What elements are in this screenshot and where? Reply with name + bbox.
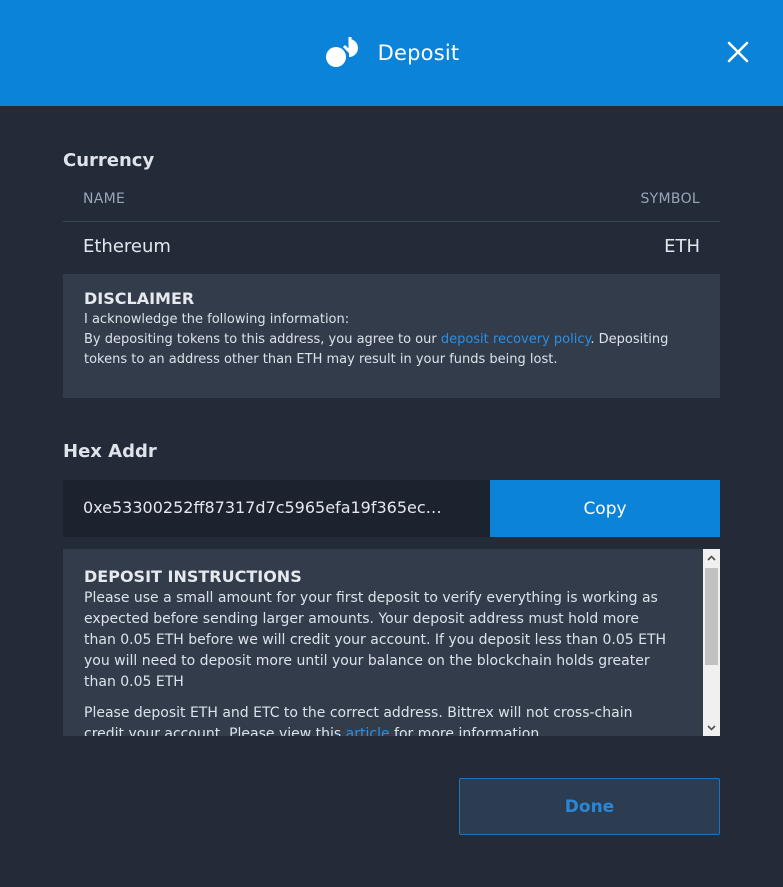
instructions-title: DEPOSIT INSTRUCTIONS <box>84 567 302 586</box>
scrollbar-thumb[interactable] <box>705 568 718 665</box>
deposit-modal: Deposit Currency NAME SYMBOL Ethereum ET… <box>0 0 783 887</box>
done-button[interactable]: Done <box>459 778 720 835</box>
currency-table-header: NAME SYMBOL <box>63 178 720 222</box>
disclaimer-panel: DISCLAIMER I acknowledge the following i… <box>63 274 720 398</box>
currency-symbol: ETH <box>664 236 700 257</box>
instructions-content: DEPOSIT INSTRUCTIONS Please use a small … <box>84 567 674 736</box>
deposit-instructions-panel[interactable]: DEPOSIT INSTRUCTIONS Please use a small … <box>63 549 720 736</box>
disclaimer-line1: I acknowledge the following information: <box>84 312 350 327</box>
instructions-paragraph-1: Please use a small amount for your first… <box>84 590 667 690</box>
deposit-icon <box>325 37 358 67</box>
copy-button[interactable]: Copy <box>490 480 720 537</box>
modal-title: Deposit <box>377 41 460 65</box>
disclaimer-title: DISCLAIMER <box>84 289 195 308</box>
column-header-symbol: SYMBOL <box>640 191 700 207</box>
instructions-paragraph-2: Please deposit ETH and ETC to the correc… <box>84 703 674 736</box>
close-icon[interactable] <box>723 37 753 67</box>
currency-name: Ethereum <box>83 236 171 257</box>
address-section-label: Hex Addr <box>63 441 157 462</box>
modal-header: Deposit <box>0 0 783 106</box>
hex-address-value: 0xe53300252ff87317d7c5965efa19f365ec… <box>83 498 442 517</box>
currency-table-row: Ethereum ETH <box>63 223 720 274</box>
article-link[interactable]: article <box>346 726 390 736</box>
disclaimer-text-before: By depositing tokens to this address, yo… <box>84 332 441 347</box>
hex-address-field[interactable]: 0xe53300252ff87317d7c5965efa19f365ec… <box>63 480 490 537</box>
deposit-recovery-policy-link[interactable]: deposit recovery policy <box>441 332 591 347</box>
disclaimer-line2: By depositing tokens to this address, yo… <box>84 330 699 370</box>
scroll-up-arrow-icon[interactable] <box>703 549 720 566</box>
scroll-down-arrow-icon[interactable] <box>703 719 720 736</box>
column-header-name: NAME <box>83 191 126 207</box>
instructions-scrollbar[interactable] <box>703 549 720 736</box>
header-title-group: Deposit <box>0 0 783 106</box>
currency-section-label: Currency <box>63 150 155 171</box>
instructions-text-after: for more information. <box>389 726 544 736</box>
